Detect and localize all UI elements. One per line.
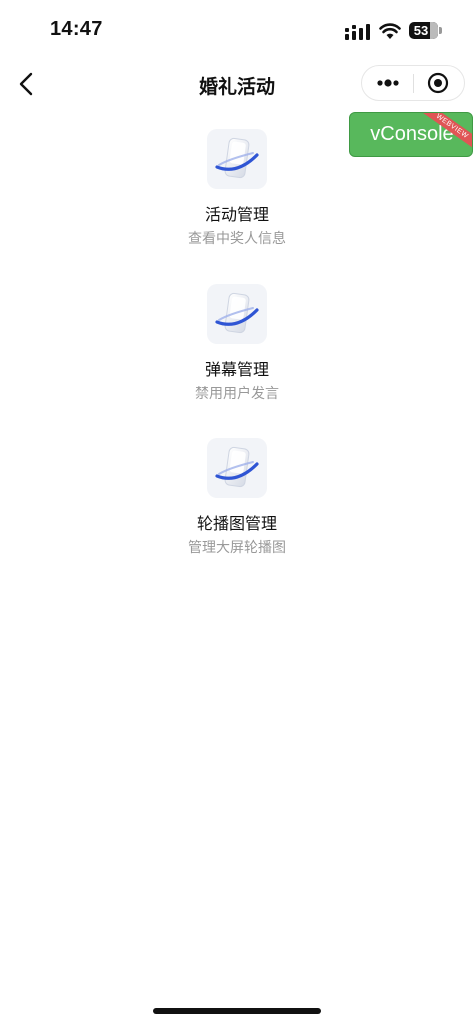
menu-item-title: 活动管理	[204, 205, 269, 224]
menu-item-activity[interactable]: 活动管理 查看中奖人信息	[0, 129, 474, 279]
home-indicator[interactable]	[153, 1008, 321, 1014]
phone-ring-icon	[207, 438, 267, 498]
battery-cap	[439, 27, 442, 34]
page: 14:47 53 婚礼活动 vConsole WEBVIEW 活动管理 查看中奖…	[0, 0, 474, 1025]
status-time: 14:47	[50, 18, 103, 40]
miniprogram-capsule	[361, 65, 465, 101]
menu-item-danmaku[interactable]: 弹幕管理 禁用用户发言	[0, 284, 474, 434]
more-dots-icon[interactable]	[376, 76, 400, 90]
phone-ring-graphic	[215, 446, 259, 488]
signal-bars-icon	[345, 24, 370, 40]
menu-item-subtitle: 查看中奖人信息	[188, 231, 286, 247]
battery-level: 53	[413, 23, 429, 38]
miniprogram-close-icon[interactable]	[427, 72, 449, 94]
phone-ring-graphic	[215, 292, 259, 334]
wifi-icon	[379, 23, 401, 39]
menu-item-carousel[interactable]: 轮播图管理 管理大屏轮播图	[0, 438, 474, 588]
nav-bar: 婚礼活动	[0, 62, 474, 106]
phone-ring-icon	[207, 284, 267, 344]
menu-item-title: 弹幕管理	[204, 360, 269, 379]
menu-item-subtitle: 禁用用户发言	[195, 386, 279, 402]
status-bar: 14:47 53	[0, 0, 474, 62]
menu-item-subtitle: 管理大屏轮播图	[188, 540, 286, 556]
capsule-divider	[413, 74, 414, 93]
phone-ring-icon	[207, 129, 267, 189]
phone-ring-graphic	[215, 137, 259, 179]
battery-icon: 53	[409, 22, 438, 39]
menu-item-title: 轮播图管理	[196, 514, 277, 533]
